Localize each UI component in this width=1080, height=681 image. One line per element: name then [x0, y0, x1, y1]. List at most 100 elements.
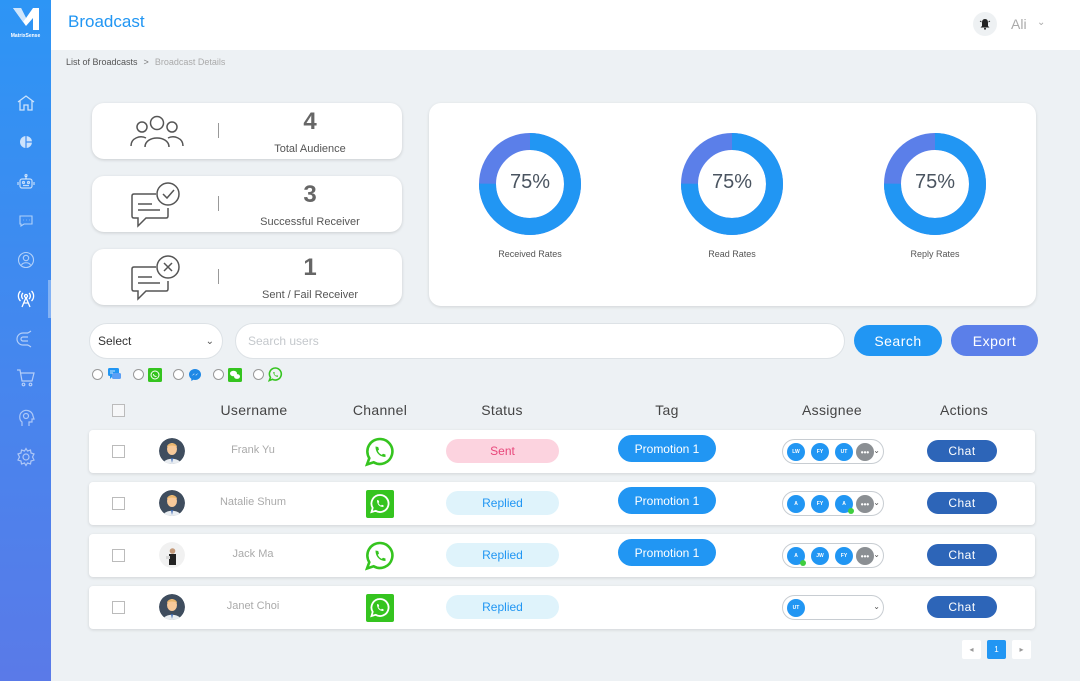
more-assignees-icon[interactable]: •••	[856, 547, 874, 565]
filter-whatsapp-business[interactable]	[133, 367, 162, 382]
channel-select[interactable]: Select ⌄	[89, 323, 223, 359]
search-input[interactable]	[235, 323, 845, 359]
sidebar-item-broadcast[interactable]	[0, 280, 51, 318]
sidebar-item-bot[interactable]	[0, 163, 51, 201]
status-badge: Replied	[446, 491, 559, 515]
assignee-initials: UT	[792, 605, 800, 611]
column-header-assignee: Assignee	[802, 402, 862, 418]
user-name[interactable]: Ali	[1011, 16, 1027, 32]
row-checkbox[interactable]	[112, 549, 125, 562]
assignee-dropdown[interactable]: A JW FY ••• ⌄	[782, 543, 884, 568]
stat-value: 1	[303, 254, 317, 281]
table-row: Jack Ma Replied Promotion 1 A JW FY ••• ⌄ Ch…	[89, 534, 1035, 577]
username[interactable]: Jack Ma	[203, 548, 303, 560]
donut-read-rates: 75%	[681, 133, 783, 235]
logo[interactable]: MatrixSense	[0, 0, 51, 50]
sidebar-item-shop[interactable]	[0, 359, 51, 397]
assignee-initials: JW	[816, 553, 824, 559]
whatsapp-icon	[364, 541, 394, 571]
cart-icon	[16, 369, 35, 387]
row-checkbox[interactable]	[112, 497, 125, 510]
divider	[218, 196, 219, 211]
message-x-icon	[131, 255, 180, 301]
assignee-avatar[interactable]: LW	[787, 443, 805, 461]
pagination-page-1[interactable]: 1	[987, 640, 1006, 659]
donut-value: 75%	[509, 171, 551, 193]
robot-icon	[16, 173, 35, 189]
search-button[interactable]: Search	[854, 325, 942, 356]
sidebar-item-contacts[interactable]	[0, 241, 51, 279]
breadcrumb: List of Broadcasts > Broadcast Details	[66, 57, 225, 67]
radio[interactable]	[173, 369, 184, 380]
assignee-avatar[interactable]: A	[787, 495, 805, 513]
avatar	[159, 542, 185, 568]
assignee-dropdown[interactable]: LW FY UT ••• ⌄	[782, 439, 884, 464]
assignee-avatar[interactable]: A	[835, 495, 854, 514]
breadcrumb-link-list[interactable]: List of Broadcasts	[66, 57, 138, 67]
chat-button[interactable]: Chat	[927, 440, 997, 462]
radio[interactable]	[92, 369, 103, 380]
stat-label: Sent / Fail Receiver	[262, 289, 358, 301]
sidebar-item-marketing[interactable]	[0, 320, 51, 358]
whatsapp-square-icon	[366, 490, 394, 518]
sidebar-item-analytics[interactable]	[0, 123, 51, 161]
tag-badge[interactable]: Promotion 1	[618, 539, 716, 566]
sidebar-item-home[interactable]	[0, 84, 51, 122]
filter-messenger[interactable]	[173, 368, 202, 382]
more-assignees-icon[interactable]: •••	[856, 443, 874, 461]
whatsapp-icon	[268, 367, 283, 382]
chat-button[interactable]: Chat	[927, 596, 997, 618]
user-circle-icon	[17, 251, 34, 269]
radio[interactable]	[133, 369, 144, 380]
row-checkbox[interactable]	[112, 445, 125, 458]
breadcrumb-current: Broadcast Details	[154, 57, 226, 67]
donut-label: Reply Rates	[910, 249, 960, 259]
whatsapp-icon	[364, 437, 394, 467]
assignee-avatar[interactable]: A	[787, 547, 806, 566]
sidebar-item-settings[interactable]	[0, 438, 51, 476]
radio[interactable]	[253, 369, 264, 380]
chevron-down-icon: ⌄	[873, 550, 880, 559]
avatar	[159, 594, 185, 620]
filter-livechat[interactable]	[92, 367, 122, 382]
pie-chart-icon	[19, 136, 32, 148]
column-header-channel: Channel	[352, 402, 408, 418]
chevron-down-icon[interactable]: ⌄	[1037, 17, 1045, 28]
assignee-dropdown[interactable]: UT ⌄	[782, 595, 884, 620]
assignee-avatar[interactable]: JW	[811, 547, 829, 565]
avatar	[159, 490, 185, 516]
tag-badge[interactable]: Promotion 1	[618, 435, 716, 462]
donut-received-rates: 75%	[479, 133, 581, 235]
column-header-tag: Tag	[655, 402, 679, 418]
notification-button[interactable]	[973, 12, 997, 36]
assignee-initials: FY	[816, 449, 824, 455]
filter-whatsapp[interactable]	[253, 367, 283, 382]
assignee-avatar[interactable]: FY	[835, 547, 853, 565]
select-all-checkbox[interactable]	[112, 404, 125, 417]
filter-wechat[interactable]	[213, 367, 242, 382]
assignee-avatar[interactable]: UT	[787, 599, 805, 617]
radio[interactable]	[213, 369, 224, 380]
row-checkbox[interactable]	[112, 601, 125, 614]
more-assignees-icon[interactable]: •••	[856, 495, 874, 513]
chevron-down-icon: ⌄	[873, 602, 880, 611]
stat-value: 3	[303, 181, 317, 208]
sidebar-item-chat[interactable]	[0, 202, 51, 240]
status-badge: Sent	[446, 439, 559, 463]
sidebar-item-ai[interactable]	[0, 399, 51, 437]
assignee-avatar[interactable]: FY	[811, 495, 829, 513]
assignee-dropdown[interactable]: A FY A ••• ⌄	[782, 491, 884, 516]
tag-badge[interactable]: Promotion 1	[618, 487, 716, 514]
username[interactable]: Frank Yu	[203, 444, 303, 456]
export-button[interactable]: Export	[951, 325, 1038, 356]
pagination-prev[interactable]: ◂	[962, 640, 981, 659]
assignee-avatar[interactable]: UT	[835, 443, 853, 461]
username[interactable]: Natalie Shum	[203, 496, 303, 508]
chevron-down-icon: ⌄	[205, 335, 214, 347]
assignee-avatar[interactable]: FY	[811, 443, 829, 461]
chat-button[interactable]: Chat	[927, 492, 997, 514]
username[interactable]: Janet Choi	[203, 600, 303, 612]
magnet-icon	[15, 330, 31, 348]
chat-button[interactable]: Chat	[927, 544, 997, 566]
pagination-next[interactable]: ▸	[1012, 640, 1031, 659]
